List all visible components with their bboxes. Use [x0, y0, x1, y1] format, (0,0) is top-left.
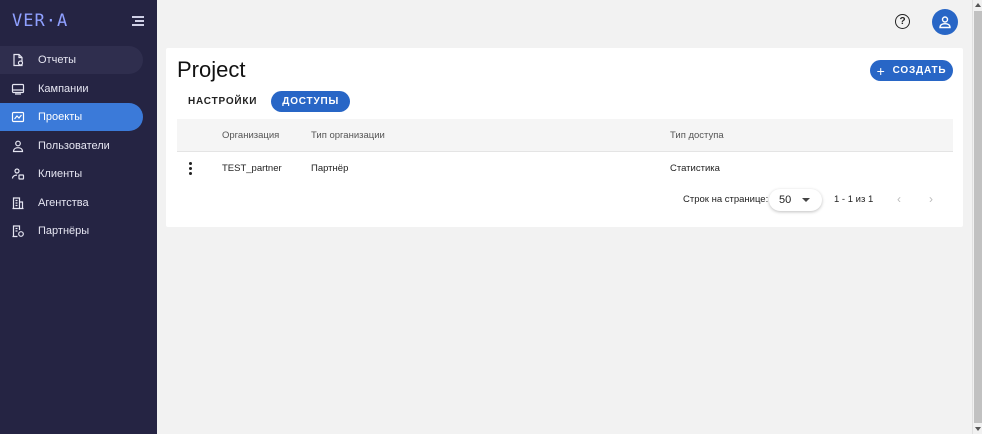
create-button-label: СОЗДАТЬ	[892, 65, 947, 76]
sidebar-item-label: Отчеты	[38, 54, 77, 66]
page-scrollbar[interactable]	[972, 0, 982, 434]
tab-settings[interactable]: НАСТРОЙКИ	[177, 91, 268, 112]
menu-collapse-icon[interactable]	[132, 16, 144, 26]
sidebar-item-label: Пользователи	[38, 139, 110, 152]
rows-per-page-select[interactable]: 50	[769, 189, 822, 211]
column-header-org-type: Тип организации	[311, 129, 385, 141]
sidebar-item-users[interactable]: Пользователи	[0, 132, 143, 160]
next-page-icon[interactable]: ›	[929, 192, 933, 206]
sidebar-item-label: Кампании	[38, 82, 89, 95]
cell-organization: TEST_partner	[222, 162, 282, 174]
tabs: НАСТРОЙКИ ДОСТУПЫ	[177, 90, 351, 112]
app-logo[interactable]: VER·A	[12, 11, 68, 31]
scrollbar-thumb[interactable]	[974, 11, 982, 423]
sidebar-item-reports[interactable]: Отчеты	[0, 46, 143, 74]
cell-org-type: Партнёр	[311, 162, 349, 174]
sidebar-item-projects[interactable]: Проекты	[0, 103, 143, 131]
project-card: Project + СОЗДАТЬ НАСТРОЙКИ ДОСТУПЫ Орга…	[166, 48, 963, 227]
table-header: Организация Тип организации Тип доступа	[177, 119, 953, 151]
scroll-down-icon[interactable]	[975, 427, 981, 431]
sidebar-item-campaigns[interactable]: Кампании	[0, 75, 143, 103]
page-range: 1 - 1 из 1	[834, 194, 874, 205]
table-row: TEST_partner Партнёр Статистика	[177, 151, 953, 184]
column-header-access-type: Тип доступа	[670, 129, 724, 141]
prev-page-icon[interactable]: ‹	[897, 192, 901, 206]
sidebar-item-agencies[interactable]: Агентства	[0, 189, 143, 217]
sidebar-nav: Отчеты Кампании Проекты Пользователи Кли…	[0, 46, 157, 246]
users-icon	[11, 139, 25, 153]
partners-icon	[11, 224, 25, 238]
page-title: Project	[177, 57, 246, 82]
sidebar-item-clients[interactable]: Клиенты	[0, 160, 143, 188]
campaign-icon	[11, 82, 25, 96]
rows-per-page-label: Строк на странице:	[683, 194, 769, 205]
sidebar-item-partners[interactable]: Партнёры	[0, 217, 143, 245]
row-actions-icon[interactable]	[189, 152, 201, 184]
access-table: Организация Тип организации Тип доступа …	[177, 119, 953, 184]
column-header-organization: Организация	[222, 129, 280, 141]
project-icon	[11, 110, 25, 124]
pagination: Строк на странице: 50 1 - 1 из 1 ‹ ›	[166, 188, 963, 212]
cell-access-type: Статистика	[670, 162, 720, 174]
clients-icon	[11, 167, 25, 181]
agency-icon	[11, 196, 25, 210]
user-icon[interactable]	[932, 9, 958, 35]
sidebar-item-label: Партнёры	[38, 225, 90, 237]
sidebar-item-label: Проекты	[38, 111, 83, 123]
caret-down-icon	[802, 198, 810, 202]
create-button[interactable]: + СОЗДАТЬ	[870, 60, 953, 81]
tab-access[interactable]: ДОСТУПЫ	[271, 90, 351, 112]
sidebar-item-label: Агентства	[38, 196, 89, 209]
report-icon	[11, 53, 25, 67]
sidebar: VER·A Отчеты Кампании Проекты Пользовате…	[0, 0, 157, 434]
scroll-up-icon[interactable]	[975, 3, 981, 7]
plus-icon: +	[876, 62, 886, 79]
rows-per-page-value: 50	[779, 194, 792, 206]
help-icon[interactable]: ?	[895, 14, 910, 29]
sidebar-item-label: Клиенты	[38, 168, 83, 180]
